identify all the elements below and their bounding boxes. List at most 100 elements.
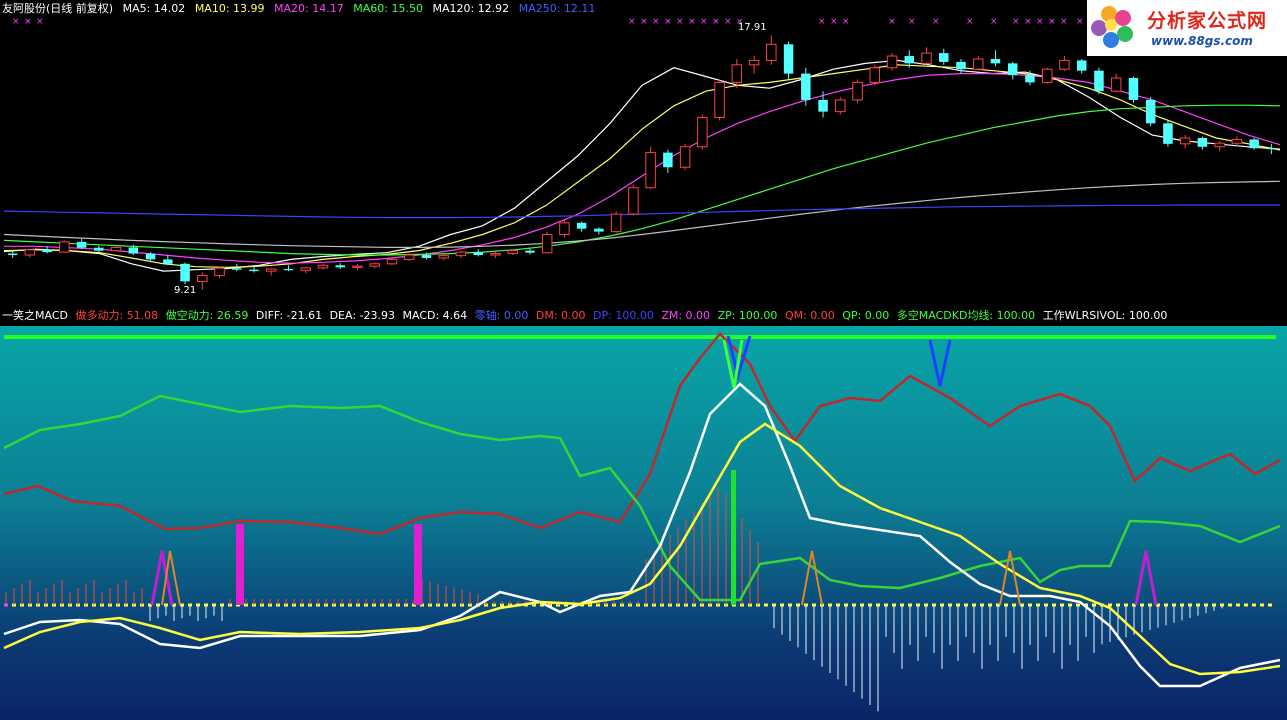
ma250-line <box>3 204 1280 219</box>
candle <box>886 53 898 71</box>
candle-body <box>369 263 380 267</box>
candle <box>663 149 673 174</box>
candle-body <box>1266 148 1277 150</box>
signal-cross-marker: × <box>966 17 974 27</box>
candle <box>214 266 225 279</box>
candle-body <box>455 251 467 257</box>
logo-title: 分析家公式网 <box>1147 10 1268 32</box>
signal-cross-marker: × <box>888 17 896 27</box>
ma120-value: MA120: 12.92 <box>432 2 510 15</box>
candle-body <box>403 254 415 260</box>
wlr-value: 工作WLRSIVOL: 100.00 <box>1042 309 1168 322</box>
candle <box>541 231 553 254</box>
candle <box>594 227 604 235</box>
candle <box>852 79 863 103</box>
candle-body <box>490 253 501 256</box>
candle <box>7 250 18 258</box>
candle <box>1128 76 1139 103</box>
signal-cross-marker: × <box>24 17 32 27</box>
macd-indicator-chart[interactable] <box>0 326 1287 720</box>
sell-signal-marker <box>801 550 823 606</box>
candle-body <box>1214 142 1225 148</box>
candle-body <box>1076 60 1087 71</box>
candle <box>748 56 760 74</box>
candle-body <box>1179 137 1191 145</box>
logo-petal <box>1103 32 1119 48</box>
candle <box>163 255 173 266</box>
candle <box>24 248 36 258</box>
bear-power-value: 做空动力: 26.59 <box>165 309 249 322</box>
indicator-header: 一笑之MACD 做多动力: 51.08 做空动力: 26.59 DIFF: -2… <box>0 306 1287 326</box>
signal-cross-marker: × <box>990 17 998 27</box>
candle <box>59 240 70 253</box>
candle-body <box>1110 77 1122 92</box>
candle-body <box>697 116 708 148</box>
diff-value: DIFF: -21.61 <box>255 309 323 322</box>
candle <box>300 266 311 274</box>
candle <box>869 64 881 86</box>
signal-cross-marker: × <box>36 17 44 27</box>
candle <box>490 251 501 258</box>
candle <box>1163 120 1173 147</box>
candle <box>714 79 725 121</box>
low-price-label: 9.21 <box>174 285 197 296</box>
candle-body <box>973 58 984 70</box>
candle-body <box>628 187 639 215</box>
logo-petal <box>1105 19 1117 31</box>
dea-line <box>3 422 1281 676</box>
candle-body <box>921 52 932 64</box>
candle-body <box>801 73 811 100</box>
candle <box>352 264 363 270</box>
candle-body <box>645 152 656 189</box>
dp-value: DP: 100.00 <box>593 309 654 322</box>
candle <box>645 146 656 190</box>
candle <box>1214 140 1225 152</box>
candle <box>801 67 811 106</box>
candle <box>1249 137 1259 150</box>
main-chart-panel[interactable]: × × × × × × × × × × × × × × × × × × × × × × × × × × × 友阿股份(日线 前复权)… <box>0 0 1287 306</box>
candle-body <box>197 275 208 282</box>
signal-cross-marker: × <box>12 17 20 27</box>
candle-body <box>232 268 242 270</box>
candle-body <box>180 263 190 282</box>
candle-body <box>714 81 725 118</box>
candle-body <box>852 81 863 101</box>
ma5-value: MA5: 14.02 <box>122 2 186 15</box>
signal-cross-marker: × <box>842 17 850 27</box>
candle <box>679 143 691 171</box>
signal-cross-marker: × <box>724 17 732 27</box>
candle <box>76 238 87 250</box>
candle-body <box>1231 138 1243 144</box>
indicator-title: 一笑之MACD <box>2 309 68 322</box>
candle-body <box>956 61 966 70</box>
candle-body <box>1059 59 1070 70</box>
signal-cross-marker: × <box>1024 17 1032 27</box>
macd-histogram <box>5 487 1223 712</box>
candle-body <box>818 99 828 112</box>
indicator-legend: 一笑之MACD 做多动力: 51.08 做空动力: 26.59 DIFF: -2… <box>2 308 1171 324</box>
candle-body <box>145 253 156 260</box>
candle-body <box>214 267 225 277</box>
signal-cross-marker: × <box>1036 17 1044 27</box>
logo-petal <box>1115 10 1131 26</box>
ma5-line <box>3 59 1281 272</box>
ma10-line <box>3 64 1281 268</box>
candle-body <box>1025 75 1035 83</box>
candle-body <box>1145 99 1156 124</box>
candle <box>939 48 949 65</box>
candle-body <box>300 267 311 271</box>
indicator-panel[interactable] <box>0 326 1287 720</box>
candle-body <box>266 268 277 272</box>
candle <box>110 246 122 252</box>
candle-body <box>731 64 743 83</box>
candle-body <box>110 246 122 252</box>
candle-body <box>1128 77 1139 100</box>
candle-body <box>1094 70 1104 92</box>
candle <box>921 47 932 65</box>
signal-cross-marker: × <box>676 17 684 27</box>
candle-body <box>128 247 139 254</box>
signal-cross-marker: × <box>1048 17 1056 27</box>
signal-cross-marker: × <box>818 17 826 27</box>
candle-body <box>507 250 518 255</box>
signal-cross-marker: × <box>712 17 720 27</box>
